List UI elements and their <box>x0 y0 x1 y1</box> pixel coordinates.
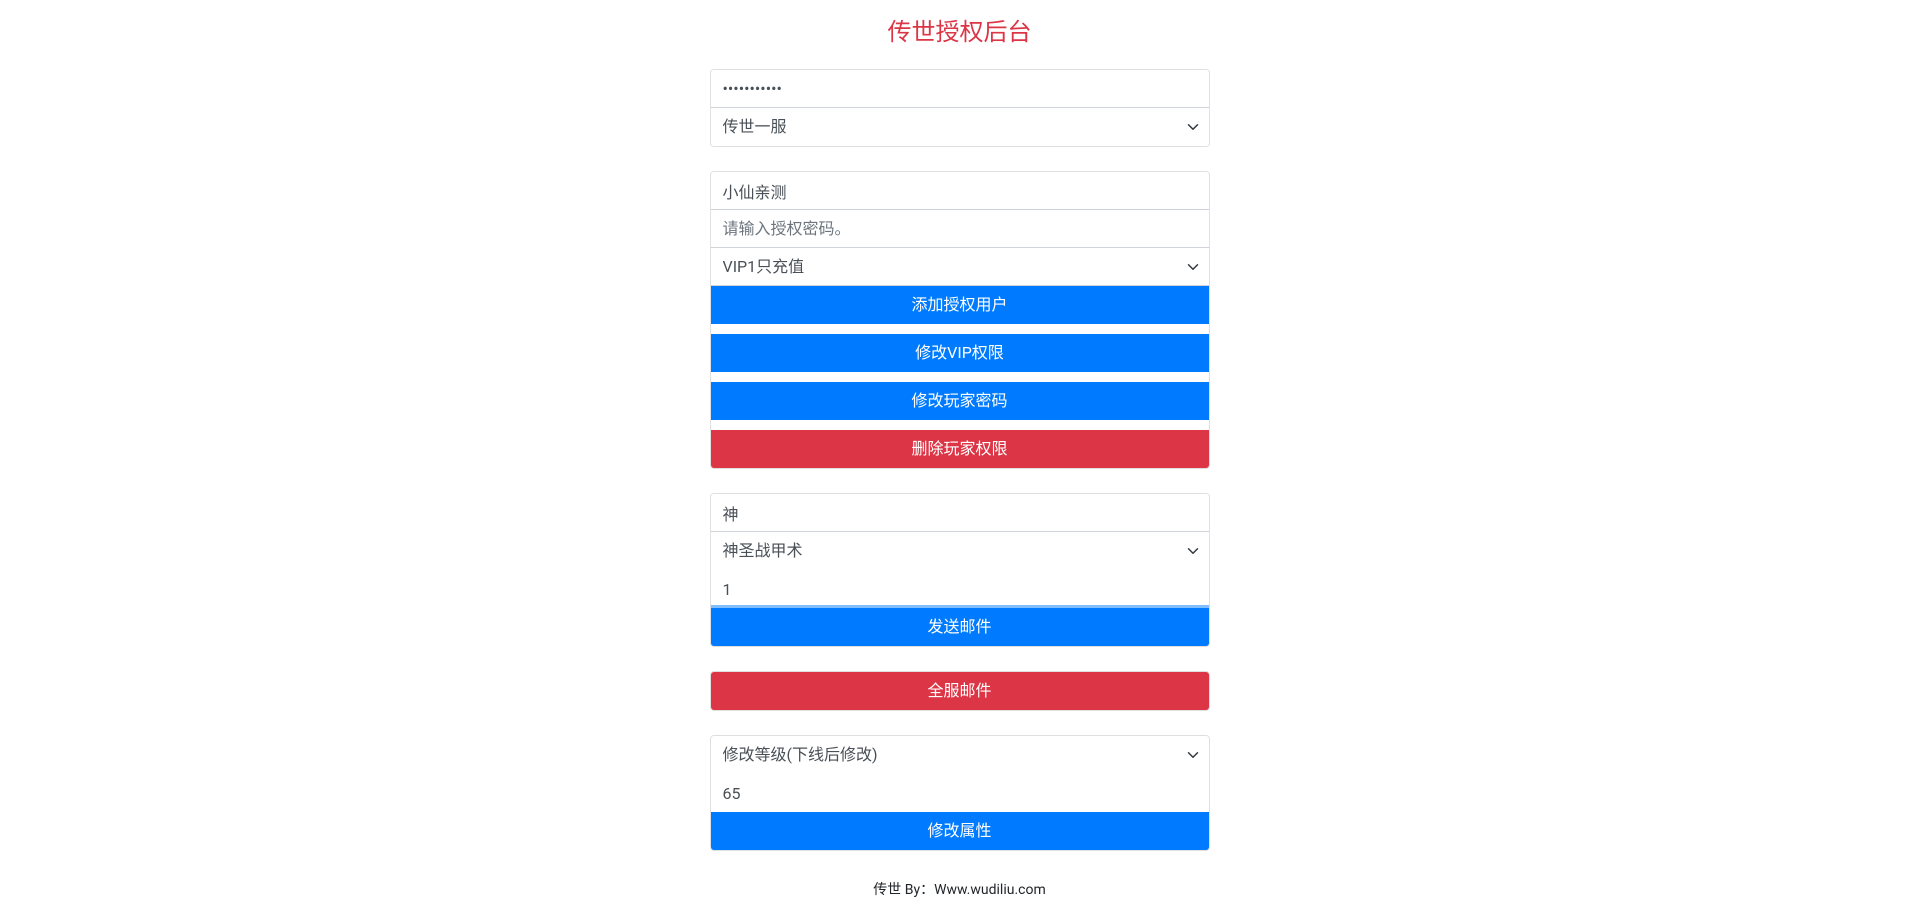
main-container: 传世一服 VIP1只充值 添加授权用户 修改VIP权限 修改玩家密码 删除玩家权… <box>710 69 1210 851</box>
mail-card: 神圣战甲术 发送邮件 <box>710 493 1210 647</box>
mail-search-input[interactable] <box>711 494 1209 532</box>
mail-item-select[interactable]: 神圣战甲术 <box>711 532 1209 570</box>
attribute-select[interactable]: 修改等级(下线后修改) <box>711 736 1209 774</box>
modify-attribute-button[interactable]: 修改属性 <box>711 812 1209 850</box>
auth-card: 传世一服 <box>710 69 1210 147</box>
attribute-value-input[interactable] <box>711 774 1209 812</box>
user-management-card: VIP1只充值 添加授权用户 修改VIP权限 修改玩家密码 删除玩家权限 <box>710 171 1210 469</box>
vip-level-select[interactable]: VIP1只充值 <box>711 248 1209 286</box>
server-mail-button[interactable]: 全服邮件 <box>711 672 1209 710</box>
send-mail-button[interactable]: 发送邮件 <box>711 608 1209 646</box>
footer-text: 传世 By：Www.wudiliu.com <box>0 879 1919 899</box>
server-select[interactable]: 传世一服 <box>711 108 1209 146</box>
username-input[interactable] <box>711 172 1209 210</box>
auth-password-input[interactable] <box>711 70 1209 108</box>
delete-player-button[interactable]: 删除玩家权限 <box>711 430 1209 468</box>
add-user-button[interactable]: 添加授权用户 <box>711 286 1209 324</box>
modify-vip-button[interactable]: 修改VIP权限 <box>711 334 1209 372</box>
mail-quantity-input[interactable] <box>711 570 1209 608</box>
server-mail-card: 全服邮件 <box>710 671 1210 711</box>
user-auth-password-input[interactable] <box>711 210 1209 248</box>
page-title: 传世授权后台 <box>0 0 1919 55</box>
modify-password-button[interactable]: 修改玩家密码 <box>711 382 1209 420</box>
attribute-card: 修改等级(下线后修改) 修改属性 <box>710 735 1210 851</box>
